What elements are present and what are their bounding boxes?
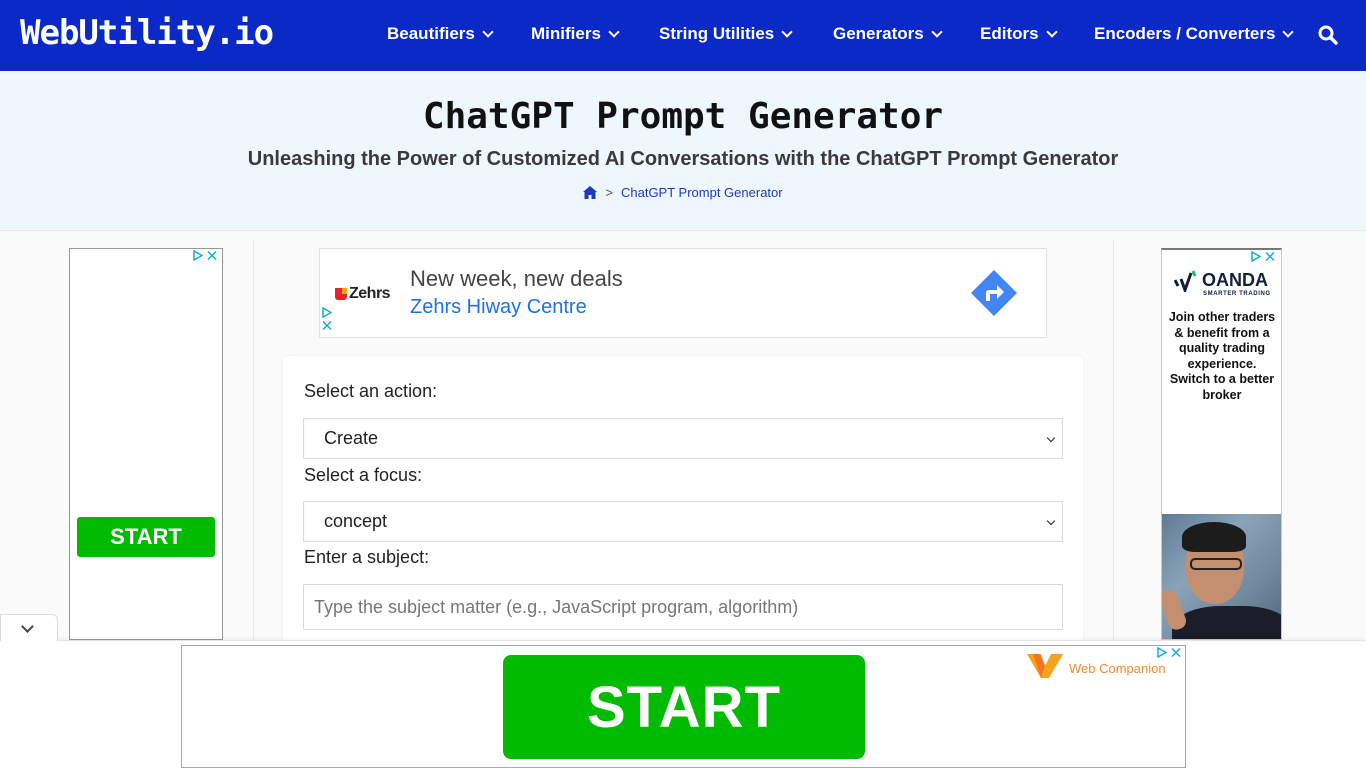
chevron-down-icon (931, 25, 943, 38)
bottom-banner-ad[interactable]: START Web Companion (181, 645, 1186, 768)
ad-photo-man (1162, 514, 1281, 639)
right-ad[interactable]: OANDA SMARTER TRADING Join other traders… (1161, 248, 1282, 640)
nav-string-utilities[interactable]: String Utilities (659, 24, 793, 44)
chevron-down-icon (1045, 25, 1058, 38)
nav-encoders-converters[interactable]: Encoders / Converters (1094, 24, 1295, 44)
close-icon[interactable] (1171, 647, 1181, 658)
nav-label: Minifiers (531, 24, 601, 43)
subject-input[interactable] (303, 584, 1063, 630)
focus-label: Select a focus: (304, 465, 423, 485)
oanda-logo-icon (1174, 270, 1197, 292)
oanda-brand: OANDA (1202, 270, 1268, 290)
zehrs-logo-icon (335, 288, 347, 300)
nav-label: Editors (980, 24, 1039, 43)
chevron-down-icon (482, 25, 494, 38)
action-select-value: Create (324, 428, 379, 448)
web-companion-brand: Web Companion (1069, 660, 1166, 676)
left-ad[interactable]: START (69, 248, 223, 640)
close-icon[interactable] (207, 250, 217, 261)
ad-choices[interactable] (322, 307, 332, 331)
oanda-tagline: SMARTER TRADING (1203, 291, 1271, 297)
adchoices-icon[interactable] (1157, 647, 1167, 658)
nav-label: Encoders / Converters (1094, 24, 1276, 43)
nav-label: Generators (833, 24, 924, 43)
ad-choices[interactable] (1157, 647, 1181, 658)
ad-headline: New week, new deals (410, 266, 623, 291)
chevron-down-icon (1046, 516, 1056, 526)
nav-beautifiers[interactable]: Beautifiers (387, 24, 494, 44)
search-icon[interactable] (1318, 25, 1338, 45)
breadcrumb: > ChatGPT Prompt Generator (0, 185, 1366, 200)
right-column-divider (1113, 240, 1114, 640)
page-subtitle: Unleashing the Power of Customized AI Co… (247, 148, 1119, 170)
breadcrumb-separator: > (605, 185, 613, 200)
close-icon[interactable] (322, 320, 332, 331)
nav-label: String Utilities (659, 24, 775, 43)
ad-start-button[interactable]: START (77, 517, 215, 557)
site-logo[interactable]: WebUtility.io (20, 13, 274, 53)
close-icon[interactable] (1265, 251, 1275, 262)
page-title: ChatGPT Prompt Generator (422, 96, 944, 137)
directions-icon[interactable] (970, 269, 1018, 317)
nav-label: Beautifiers (387, 24, 475, 43)
page-hero: ChatGPT Prompt Generator Unleashing the … (0, 71, 1366, 231)
top-navbar: WebUtility.io Beautifiers Minifiers Stri… (0, 0, 1366, 71)
zehrs-logo: Zehrs (335, 285, 391, 303)
oanda-ad-copy: Join other traders & benefit from a qual… (1168, 310, 1276, 402)
subject-label: Enter a subject: (304, 547, 430, 567)
ad-start-button[interactable]: START (503, 655, 865, 759)
adchoices-icon[interactable] (1251, 251, 1261, 262)
ad-choices[interactable] (193, 250, 217, 261)
adchoices-icon[interactable] (322, 307, 332, 318)
nav-minifiers[interactable]: Minifiers (531, 24, 620, 44)
chevron-down-icon (781, 25, 793, 38)
web-companion-icon (1027, 654, 1063, 678)
focus-select-value: concept (324, 511, 388, 531)
chevron-down-icon (21, 620, 34, 633)
breadcrumb-current[interactable]: ChatGPT Prompt Generator (621, 185, 783, 200)
prompt-form-card: Select an action: Create Select a focus:… (283, 356, 1083, 646)
web-companion-logo: Web Companion (1027, 652, 1166, 678)
ad-link[interactable]: Zehrs Hiway Centre (410, 296, 587, 319)
top-banner-ad[interactable]: Zehrs New week, new deals Zehrs Hiway Ce… (319, 248, 1047, 338)
chevron-down-icon (1282, 25, 1295, 38)
sticky-ad-collapse-button[interactable] (0, 614, 58, 641)
nav-generators[interactable]: Generators (833, 24, 943, 44)
action-label: Select an action: (304, 381, 438, 401)
ad-choices[interactable] (1251, 251, 1275, 262)
zehrs-brand: Zehrs (349, 285, 391, 302)
chevron-down-icon (1046, 433, 1056, 443)
left-column-divider (253, 240, 254, 640)
home-icon[interactable] (583, 186, 598, 199)
action-select[interactable]: Create (303, 418, 1063, 459)
focus-select[interactable]: concept (303, 501, 1063, 542)
nav-editors[interactable]: Editors (980, 24, 1058, 44)
chevron-down-icon (608, 25, 620, 38)
adchoices-icon[interactable] (193, 250, 203, 261)
